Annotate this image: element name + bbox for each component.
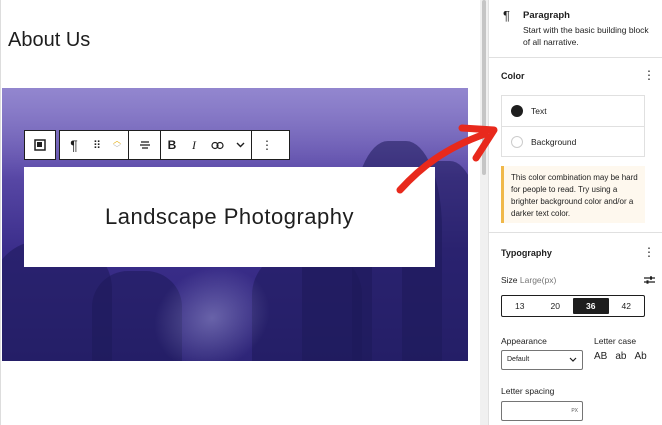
chevron-down-icon	[569, 354, 577, 365]
block-settings-sidebar: ¶ Paragraph Start with the basic buildin…	[488, 0, 662, 425]
color-panel: Color ⋮ Text Background This color combi…	[489, 58, 662, 233]
appearance-select[interactable]: Default	[501, 350, 583, 370]
contrast-warning-notice: This color combination may be hard for p…	[501, 166, 645, 223]
block-parent-selector[interactable]	[24, 130, 56, 160]
pilcrow-icon: ¶	[503, 8, 510, 23]
font-size-option[interactable]: 13	[502, 296, 538, 316]
typography-options-icon[interactable]: ⋮	[643, 245, 655, 259]
move-up-down-icon[interactable]: ︿ ﹀	[106, 131, 128, 159]
color-item-text[interactable]: Text	[502, 96, 644, 126]
page-title[interactable]: About Us	[8, 29, 90, 52]
heading-block[interactable]: Landscape Photography	[24, 167, 435, 267]
align-center-icon[interactable]	[129, 131, 160, 159]
block-name: Paragraph	[523, 10, 570, 21]
letter-case-label: Letter case	[594, 336, 637, 346]
appearance-label: Appearance	[501, 336, 547, 346]
size-label: Size Large(px)	[501, 275, 556, 285]
link-icon[interactable]	[205, 131, 229, 159]
block-description: Start with the basic building block of a…	[523, 25, 649, 47]
letter-spacing-unit: PX	[571, 408, 578, 414]
font-size-option[interactable]: 20	[538, 296, 574, 316]
color-swatch	[511, 135, 523, 148]
italic-button[interactable]: I	[183, 131, 205, 159]
color-item-label: Background	[531, 136, 577, 147]
editor-canvas: About Us ¶ ⠿ ︿ ﹀ B I ⋮ Landscape Photogr…	[0, 0, 480, 425]
color-item-background[interactable]: Background	[502, 126, 644, 156]
letter-case-capitalize[interactable]: Ab	[634, 351, 646, 362]
letter-spacing-input[interactable]: PX	[501, 401, 583, 421]
letter-spacing-label: Letter spacing	[501, 386, 555, 396]
font-size-option[interactable]: 42	[609, 296, 645, 316]
appearance-select-value: Default	[507, 356, 530, 363]
block-toolbar: ¶ ⠿ ︿ ﹀ B I ⋮	[59, 130, 290, 160]
chevron-down-icon[interactable]	[229, 131, 251, 159]
typography-panel-title: Typography	[501, 248, 552, 258]
font-size-option-selected[interactable]: 36	[573, 298, 609, 314]
color-item-label: Text	[531, 106, 547, 116]
block-card: ¶ Paragraph Start with the basic buildin…	[489, 0, 662, 58]
color-options-icon[interactable]: ⋮	[643, 68, 655, 82]
color-swatch	[511, 105, 523, 117]
color-list: Text Background	[501, 95, 645, 157]
pilcrow-icon[interactable]: ¶	[60, 131, 88, 159]
drag-handle-icon[interactable]: ⠿	[88, 131, 106, 159]
more-vertical-icon[interactable]: ⋮	[252, 131, 282, 159]
color-panel-title: Color	[501, 71, 525, 81]
letter-case-lowercase[interactable]: ab	[615, 351, 626, 362]
size-label-text: Size	[501, 275, 518, 285]
annotation-arrow-icon	[396, 124, 498, 194]
size-sub-label: Large(px)	[519, 275, 557, 285]
letter-case-options: AB ab Ab	[594, 351, 647, 362]
font-size-picker: 13 20 36 42	[501, 295, 645, 317]
letter-case-uppercase[interactable]: AB	[594, 351, 607, 362]
custom-size-settings-icon[interactable]	[644, 275, 655, 288]
heading-text[interactable]: Landscape Photography	[105, 204, 354, 230]
typography-panel: Typography ⋮ Size Large(px) 13 20 36 42 …	[489, 233, 662, 425]
cover-block-icon[interactable]	[34, 139, 46, 151]
bold-button[interactable]: B	[161, 131, 183, 159]
